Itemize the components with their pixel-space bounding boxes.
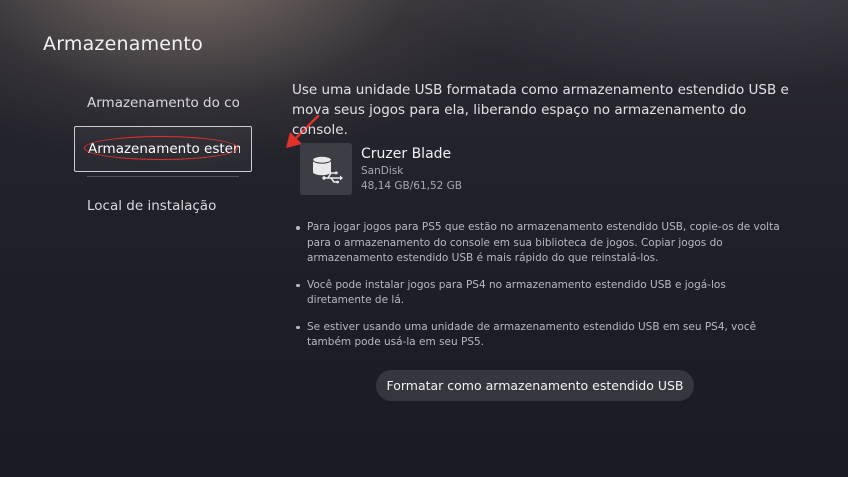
sidebar-item-label: Armazenamento estendi <box>88 141 240 157</box>
format-usb-button[interactable]: Formatar como armazenamento estendido US… <box>376 370 694 401</box>
sidebar-divider <box>87 176 239 177</box>
sidebar-item-extended-storage[interactable]: Armazenamento estendi <box>74 126 252 172</box>
usb-drive-icon <box>300 143 352 195</box>
note-item: Você pode instalar jogos para PS4 no arm… <box>296 278 780 309</box>
page-title: Armazenamento <box>43 33 203 55</box>
intro-text: Use uma unidade USB formatada como armaz… <box>292 82 789 138</box>
sidebar-item-label: Armazenamento do co... <box>87 95 239 111</box>
drive-name: Cruzer Blade <box>361 146 452 162</box>
sidebar-item-install-location[interactable]: Local de instalação <box>74 183 252 229</box>
sidebar-item-console-storage[interactable]: Armazenamento do co... <box>74 80 252 126</box>
info-notes: Para jogar jogos para PS5 que estão no a… <box>296 220 780 362</box>
drive-usage: 48,14 GB/61,52 GB <box>361 180 463 192</box>
sidebar-item-label: Local de instalação <box>87 198 217 214</box>
note-item: Se estiver usando uma unidade de armazen… <box>296 320 780 351</box>
note-item: Para jogar jogos para PS5 que estão no a… <box>296 220 780 267</box>
drive-brand: SanDisk <box>361 165 404 177</box>
